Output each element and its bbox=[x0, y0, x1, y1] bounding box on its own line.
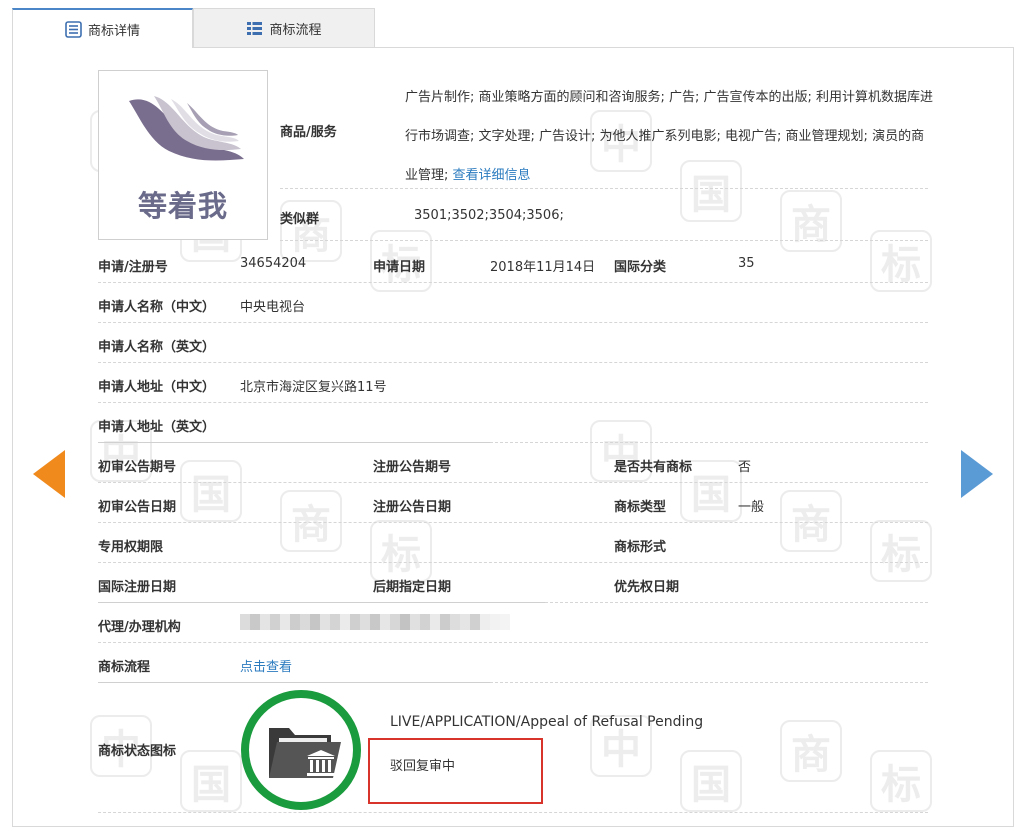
trademark-logo-text: 等着我 bbox=[137, 189, 228, 223]
applicant-name-en-label: 申请人名称（英文） bbox=[98, 340, 216, 355]
divider bbox=[98, 682, 490, 683]
priority-date-label: 优先权日期 bbox=[614, 580, 680, 595]
applicant-address-cn-value: 北京市海淀区复兴路11号 bbox=[240, 380, 387, 395]
trademark-image: 等着我 bbox=[98, 70, 268, 240]
divider bbox=[280, 188, 928, 189]
apply-date-label: 申请日期 bbox=[373, 260, 426, 275]
trademark-type-label: 商标类型 bbox=[614, 500, 667, 515]
applicant-address-en-label: 申请人地址（英文） bbox=[98, 420, 216, 435]
tab-trademark-flow-label: 商标流程 bbox=[269, 22, 322, 38]
applicant-name-cn-label: 申请人名称（中文） bbox=[98, 300, 216, 315]
watermark-char: 商 bbox=[780, 190, 842, 252]
divider bbox=[490, 442, 928, 443]
trademark-type-value: 一般 bbox=[738, 500, 765, 515]
reg-number-value: 34654204 bbox=[240, 256, 307, 271]
tab-bar: 商标详情 商标流程 bbox=[12, 8, 1014, 48]
divider bbox=[98, 402, 928, 403]
divider bbox=[98, 442, 490, 443]
divider bbox=[490, 682, 928, 683]
status-icon-label: 商标状态图标 bbox=[98, 744, 177, 759]
reg-pub-date-label: 注册公告日期 bbox=[373, 500, 452, 515]
tab-trademark-flow[interactable]: 商标流程 bbox=[193, 8, 375, 48]
reg-pub-number-label: 注册公告期号 bbox=[373, 460, 452, 475]
exclusive-right-period-label: 专用权期限 bbox=[98, 540, 164, 555]
divider bbox=[98, 602, 545, 603]
watermark-char: 标 bbox=[870, 520, 932, 582]
divider bbox=[98, 282, 928, 283]
next-arrow-icon[interactable] bbox=[961, 450, 993, 498]
watermark-char: 商 bbox=[780, 490, 842, 552]
divider bbox=[98, 522, 928, 523]
similar-group-value: 3501;3502;3504;3506; bbox=[414, 208, 564, 223]
goods-services-label: 商品/服务 bbox=[280, 125, 337, 140]
prelim-pub-number-label: 初审公告期号 bbox=[98, 460, 177, 475]
later-designation-date-label: 后期指定日期 bbox=[373, 580, 452, 595]
tab-trademark-detail-label: 商标详情 bbox=[87, 23, 140, 39]
agent-value-redacted bbox=[240, 614, 510, 630]
divider bbox=[98, 482, 928, 483]
watermark-char: 标 bbox=[870, 750, 932, 812]
divider bbox=[98, 812, 928, 813]
intl-class-value: 35 bbox=[738, 256, 755, 271]
similar-group-label: 类似群 bbox=[280, 212, 320, 227]
intl-class-label: 国际分类 bbox=[614, 260, 667, 275]
folder-bank-icon bbox=[269, 728, 341, 778]
watermark-char: 国 bbox=[180, 460, 242, 522]
trademark-process-label: 商标流程 bbox=[98, 660, 151, 675]
list-doc-icon bbox=[65, 20, 82, 38]
intl-reg-date-label: 国际注册日期 bbox=[98, 580, 177, 595]
shared-trademark-value: 否 bbox=[738, 460, 752, 475]
apply-date-value: 2018年11月14日 bbox=[490, 260, 596, 275]
applicant-address-cn-label: 申请人地址（中文） bbox=[98, 380, 216, 395]
divider bbox=[98, 322, 928, 323]
applicant-name-cn-value: 中央电视台 bbox=[240, 300, 306, 315]
view-process-link[interactable]: 点击查看 bbox=[240, 656, 292, 675]
trademark-form-label: 商标形式 bbox=[614, 540, 667, 555]
watermark-char: 国 bbox=[180, 750, 242, 812]
divider bbox=[98, 562, 928, 563]
view-detail-link[interactable]: 查看详细信息 bbox=[453, 168, 531, 183]
trademark-swoosh-graphic bbox=[129, 96, 244, 161]
goods-services-value: 广告片制作; 商业策略方面的顾问和咨询服务; 广告; 广告宣传本的出版; 利用计… bbox=[405, 78, 935, 195]
agent-label: 代理/办理机构 bbox=[98, 620, 181, 635]
watermark-char: 商 bbox=[780, 720, 842, 782]
watermark-char: 标 bbox=[370, 520, 432, 582]
shared-trademark-label: 是否共有商标 bbox=[614, 460, 693, 475]
watermark-char: 国 bbox=[680, 750, 742, 812]
tab-trademark-detail[interactable]: 商标详情 bbox=[12, 8, 193, 48]
divider bbox=[545, 602, 928, 603]
divider bbox=[280, 240, 928, 241]
watermark-char: 商 bbox=[280, 490, 342, 552]
status-chinese-text: 驳回复审中 bbox=[390, 759, 456, 774]
status-english-text: LIVE/APPLICATION/Appeal of Refusal Pendi… bbox=[390, 714, 704, 730]
reg-number-label: 申请/注册号 bbox=[98, 260, 168, 275]
divider bbox=[98, 642, 928, 643]
list-icon bbox=[246, 20, 263, 37]
prelim-pub-date-label: 初审公告日期 bbox=[98, 500, 177, 515]
status-icon bbox=[241, 690, 361, 810]
prev-arrow-icon[interactable] bbox=[33, 450, 65, 498]
divider bbox=[98, 362, 928, 363]
